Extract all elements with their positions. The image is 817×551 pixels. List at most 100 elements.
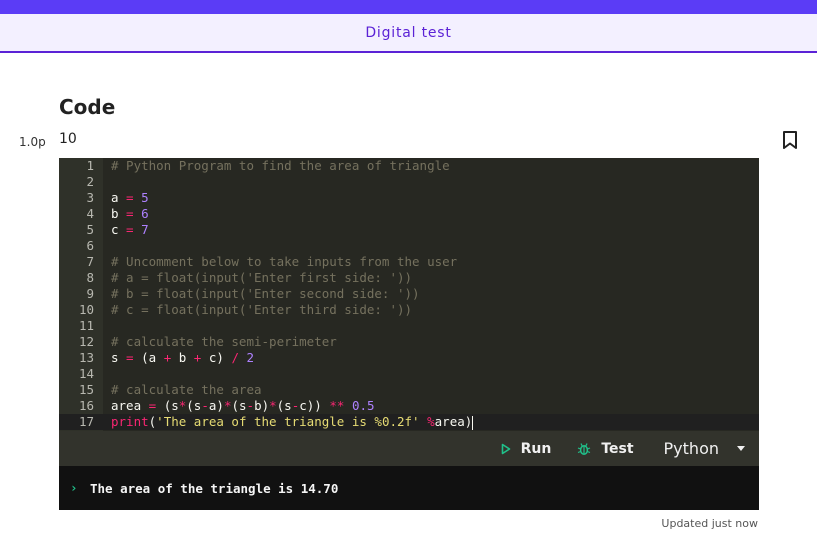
code-text: # Uncomment below to take inputs from th… [111, 254, 457, 270]
code-line[interactable]: 9 # b = float(input('Enter second side: '… [59, 286, 759, 302]
line-number: 15 [78, 382, 94, 397]
top-accent-bar [0, 0, 817, 14]
code-text: # a = float(input('Enter first side: ')) [111, 270, 412, 286]
question-number: 10 [59, 131, 77, 147]
bug-icon [578, 442, 591, 455]
code-line[interactable]: 3 a = 5 [59, 190, 759, 206]
code-token: (a [141, 350, 164, 365]
code-text: c = 7 [111, 222, 149, 238]
code-token: a [111, 190, 119, 205]
line-number: 1 [86, 158, 94, 173]
code-token: = [118, 350, 142, 365]
code-line[interactable]: 8 # a = float(input('Enter first side: ')… [59, 270, 759, 286]
code-line[interactable]: 10 # c = float(input('Enter third side: '… [59, 302, 759, 318]
line-number: 10 [78, 302, 94, 317]
code-line[interactable]: 17 print('The area of the triangle is %0.… [59, 414, 759, 430]
code-token: c [111, 222, 119, 237]
line-number: 13 [78, 350, 94, 365]
code-token: area) [434, 414, 473, 429]
code-token: ** [329, 398, 345, 413]
code-line[interactable]: 13 s = (a + b + c) / 2 [59, 350, 759, 366]
run-button[interactable]: Run [501, 440, 552, 457]
code-token: # a = float(input('Enter first side: ')) [111, 270, 413, 285]
code-token: a) [208, 398, 224, 413]
line-number: 3 [86, 190, 94, 205]
code-token: 7 [141, 222, 149, 237]
test-title: Digital test [365, 24, 452, 41]
play-icon [501, 443, 510, 454]
code-token: c)) [299, 398, 330, 413]
section-title: Code [59, 95, 116, 119]
language-select[interactable]: Python [664, 439, 745, 458]
code-token: s [111, 350, 119, 365]
test-button[interactable]: Test [577, 440, 634, 457]
code-line[interactable]: 6 [59, 238, 759, 254]
code-token: - [246, 398, 255, 413]
code-token: print [111, 414, 149, 429]
test-label: Test [601, 440, 634, 457]
bookmark-icon[interactable] [781, 130, 799, 150]
code-token: # Uncomment below to take inputs from th… [111, 254, 458, 269]
code-line[interactable]: 11 [59, 318, 759, 334]
code-text: area = (s*(s-a)*(s-b)*(s-c)) ** 0.5 [111, 398, 375, 414]
code-line[interactable]: 16 area = (s*(s-a)*(s-b)*(s-c)) ** 0.5 [59, 398, 759, 414]
text-cursor [472, 415, 474, 430]
language-value: Python [663, 439, 719, 458]
code-token: # b = float(input('Enter second side: ')… [111, 286, 420, 301]
console-prompt-icon: › [70, 480, 78, 495]
code-text: # calculate the area [111, 382, 262, 398]
code-line[interactable]: 2 [59, 174, 759, 190]
code-token: - [201, 398, 209, 413]
save-status: Updated just now [661, 517, 758, 530]
code-token: # c = float(input('Enter third side: ')) [111, 302, 413, 317]
code-token: * [269, 398, 277, 413]
code-token: 2 [246, 350, 255, 365]
code-token: (s [163, 398, 179, 413]
code-token: b [171, 350, 194, 365]
code-text: # b = float(input('Enter second side: ')… [111, 286, 420, 302]
code-token: (s [231, 398, 247, 413]
code-token: (s [276, 398, 292, 413]
code-token: = [118, 206, 142, 221]
line-number: 9 [86, 286, 94, 301]
code-line[interactable]: 15 # calculate the area [59, 382, 759, 398]
code-token: 0.5 [351, 398, 375, 413]
code-line[interactable]: 7 # Uncomment below to take inputs from t… [59, 254, 759, 270]
line-number: 17 [78, 414, 94, 429]
code-line[interactable]: 12 # calculate the semi-perimeter [59, 334, 759, 350]
code-line[interactable]: 5 c = 7 [59, 222, 759, 238]
code-token: # calculate the area [111, 382, 262, 397]
line-number: 14 [78, 366, 94, 381]
code-token: 6 [141, 206, 149, 221]
editor-toolbar: Run Test Python [59, 431, 759, 466]
code-token: = [141, 398, 164, 413]
question-points: 1.0p [19, 135, 46, 149]
chevron-down-icon [737, 446, 745, 451]
code-token: / [231, 350, 239, 365]
code-token: = [118, 222, 142, 237]
line-number: 7 [86, 254, 94, 269]
line-number: 16 [78, 398, 94, 413]
code-token: = [118, 190, 142, 205]
run-label: Run [520, 440, 552, 457]
code-lines[interactable]: 1 # Python Program to find the area of tr… [59, 158, 759, 430]
code-line[interactable]: 4 b = 6 [59, 206, 759, 222]
line-number: 4 [86, 206, 94, 221]
console-output: The area of the triangle is 14.70 [90, 481, 339, 496]
code-token: b) [254, 398, 270, 413]
line-number: 6 [86, 238, 94, 253]
test-title-bar: Digital test [0, 14, 817, 53]
code-token: 5 [141, 190, 149, 205]
code-text: s = (a + b + c) / 2 [111, 350, 254, 366]
code-token: % [427, 414, 435, 429]
code-token: # calculate the semi-perimeter [111, 334, 337, 349]
code-line[interactable]: 14 [59, 366, 759, 382]
code-token: area [111, 398, 142, 413]
code-token: b [111, 206, 119, 221]
code-line[interactable]: 1 # Python Program to find the area of tr… [59, 158, 759, 174]
line-number: 8 [86, 270, 94, 285]
code-text: # c = float(input('Enter third side: ')) [111, 302, 412, 318]
code-editor[interactable]: 1 # Python Program to find the area of tr… [59, 158, 759, 431]
